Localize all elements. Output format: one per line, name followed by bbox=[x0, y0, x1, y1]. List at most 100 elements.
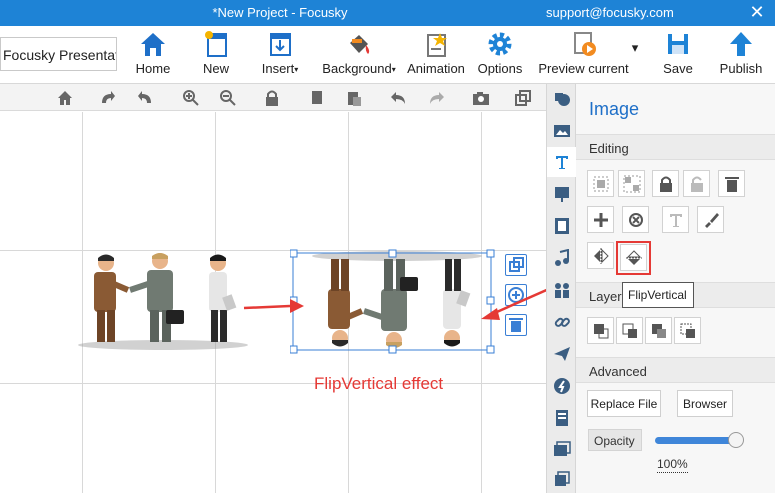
unlock-icon bbox=[691, 176, 703, 192]
bring-forward-button[interactable] bbox=[616, 317, 643, 344]
gallery-tab-icon[interactable] bbox=[553, 441, 571, 459]
insert-icon bbox=[270, 33, 291, 56]
send-backward-button[interactable] bbox=[645, 317, 672, 344]
options-label: Options bbox=[477, 61, 523, 76]
rotate-left-icon[interactable] bbox=[137, 89, 155, 107]
camera-icon[interactable] bbox=[472, 89, 490, 107]
image-tab-icon[interactable] bbox=[553, 122, 571, 140]
canvas-toolbar bbox=[0, 84, 546, 111]
rotate-right-icon[interactable] bbox=[98, 89, 116, 107]
shape-tab-icon[interactable] bbox=[553, 90, 571, 108]
lock-icon bbox=[660, 176, 672, 192]
frame-tab-icon[interactable] bbox=[553, 185, 571, 203]
send-backward-icon bbox=[652, 324, 666, 338]
brush-icon bbox=[705, 213, 719, 228]
flipvertical-tooltip: FlipVertical bbox=[622, 282, 694, 308]
music-tab-icon[interactable] bbox=[553, 249, 571, 267]
insert-caret-icon: ▾ bbox=[294, 65, 299, 75]
editor-canvas[interactable]: FlipVertical effect bbox=[0, 112, 546, 493]
reset-rotation-button[interactable] bbox=[622, 206, 649, 233]
background-caret-icon: ▾ bbox=[391, 65, 396, 75]
panel-title: Image bbox=[589, 99, 640, 119]
editing-section-header: Editing bbox=[576, 134, 775, 160]
video-tab-icon[interactable] bbox=[553, 217, 571, 235]
bring-forward-icon bbox=[622, 323, 637, 338]
paint-bucket-icon bbox=[350, 35, 370, 54]
animation-icon bbox=[427, 33, 447, 57]
unlock-button[interactable] bbox=[683, 170, 710, 197]
browser-button[interactable]: Browser bbox=[677, 390, 733, 417]
flipvertical-effect-label: FlipVertical effect bbox=[314, 374, 444, 393]
flash-tab-icon[interactable] bbox=[553, 377, 571, 395]
zoom-out-icon[interactable] bbox=[219, 89, 237, 107]
title-bar: *New Project - Focusky support@focusky.c… bbox=[0, 0, 775, 26]
plane-tab-icon[interactable] bbox=[553, 345, 571, 363]
project-name-field[interactable]: Focusky Presentation bbox=[0, 37, 117, 71]
opacity-slider-knob[interactable] bbox=[728, 432, 744, 448]
animation-label: Animation bbox=[407, 61, 465, 76]
send-to-back-button[interactable] bbox=[674, 317, 701, 344]
opacity-slider[interactable] bbox=[655, 437, 739, 444]
background-button[interactable]: Background▾ bbox=[318, 29, 400, 81]
text-tab-icon[interactable] bbox=[553, 153, 571, 171]
flip-vertical-highlight bbox=[616, 241, 651, 275]
flip-horizontal-button[interactable] bbox=[587, 242, 614, 269]
ungroup-icon bbox=[623, 175, 641, 193]
animation-button[interactable]: Animation bbox=[405, 29, 467, 81]
group-button[interactable] bbox=[587, 170, 614, 197]
bring-to-front-button[interactable] bbox=[587, 317, 614, 344]
options-button[interactable]: Options bbox=[475, 29, 525, 81]
advanced-section-header: Advanced bbox=[576, 357, 775, 383]
save-label: Save bbox=[663, 61, 693, 76]
preview-dropdown-caret-icon[interactable]: ▾ bbox=[629, 40, 641, 55]
insert-label: Insert bbox=[261, 61, 295, 76]
undo-icon[interactable] bbox=[390, 89, 408, 107]
link-tab-icon[interactable] bbox=[553, 313, 571, 331]
gear-icon bbox=[488, 32, 512, 56]
group-icon bbox=[593, 176, 609, 192]
new-label: New bbox=[202, 61, 229, 76]
paste-icon[interactable] bbox=[345, 89, 363, 107]
new-document-icon bbox=[205, 31, 227, 57]
plus-icon bbox=[594, 213, 608, 227]
zoom-in-icon[interactable] bbox=[182, 89, 200, 107]
ungroup-button[interactable] bbox=[618, 170, 645, 197]
panel-tab-strip bbox=[546, 84, 577, 493]
new-button[interactable]: New bbox=[196, 29, 236, 81]
close-button[interactable]: ✕ bbox=[745, 2, 769, 24]
document-tab-icon[interactable] bbox=[553, 409, 571, 427]
home-icon bbox=[141, 33, 165, 56]
delete-button[interactable] bbox=[718, 170, 745, 197]
home-label: Home bbox=[135, 61, 171, 76]
flip-horizontal-icon bbox=[594, 248, 609, 264]
main-toolbar: Focusky Presentation Home New Insert▾ Ba… bbox=[0, 26, 775, 84]
insert-button[interactable]: Insert▾ bbox=[255, 29, 305, 81]
publish-button[interactable]: Publish bbox=[718, 29, 764, 81]
home-button[interactable]: Home bbox=[130, 29, 176, 81]
window-restore-icon[interactable] bbox=[514, 89, 532, 107]
publish-label: Publish bbox=[719, 61, 763, 76]
people-tab-icon[interactable] bbox=[553, 281, 571, 299]
save-icon bbox=[668, 34, 688, 54]
send-back-icon bbox=[680, 323, 695, 338]
annotation-arrows bbox=[243, 288, 546, 320]
add-button[interactable] bbox=[587, 206, 614, 233]
lock-button[interactable] bbox=[652, 170, 679, 197]
add-text-button[interactable] bbox=[662, 206, 689, 233]
preview-icon bbox=[573, 32, 596, 56]
preview-label: Preview current bbox=[538, 61, 629, 76]
brush-button[interactable] bbox=[697, 206, 724, 233]
opacity-value[interactable]: 100% bbox=[657, 457, 688, 473]
save-button[interactable]: Save bbox=[658, 29, 698, 81]
trash-icon bbox=[725, 177, 739, 192]
upload-arrow-icon bbox=[730, 32, 752, 56]
more-tab-icon[interactable] bbox=[553, 471, 571, 489]
text-icon bbox=[670, 214, 682, 227]
redo-icon[interactable] bbox=[427, 89, 445, 107]
preview-current-button[interactable]: Preview current bbox=[536, 29, 631, 81]
support-email[interactable]: support@focusky.com bbox=[546, 5, 674, 20]
lock-icon[interactable] bbox=[263, 89, 281, 107]
copy-icon[interactable] bbox=[308, 89, 326, 107]
home-view-icon[interactable] bbox=[56, 89, 74, 107]
replace-file-button[interactable]: Replace File bbox=[587, 390, 661, 417]
